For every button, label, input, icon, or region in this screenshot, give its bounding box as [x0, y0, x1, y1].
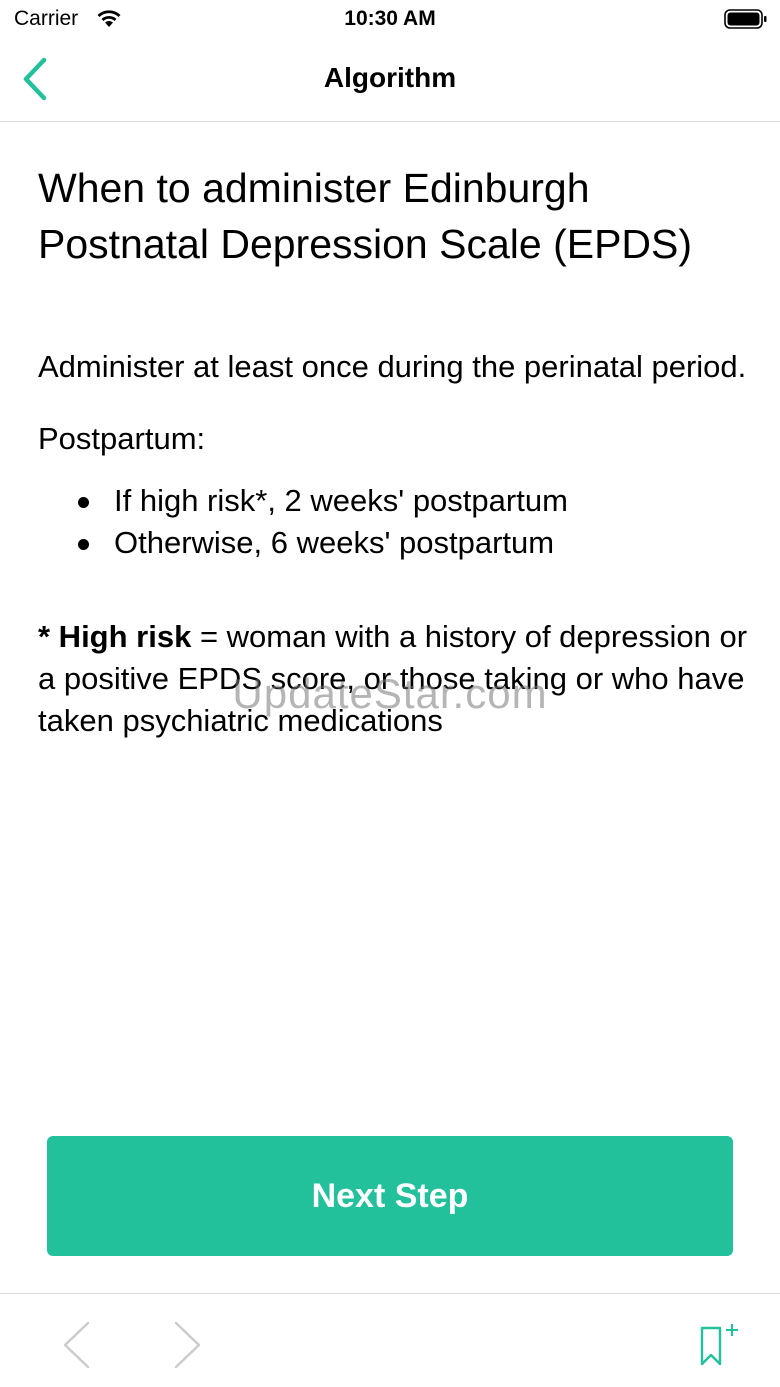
screen: Carrier 10:30 AM Algorithm When to admin… — [0, 0, 780, 1387]
battery-icon — [724, 8, 768, 30]
bookmark-add-icon — [700, 1324, 738, 1366]
list-item: If high risk*, 2 weeks' postpartum — [74, 480, 750, 522]
bottom-toolbar — [0, 1293, 780, 1387]
step-heading: When to administer Edinburgh Postnatal D… — [38, 165, 693, 267]
forward-step-button — [170, 1320, 204, 1370]
status-bar: Carrier 10:30 AM — [0, 0, 780, 40]
add-bookmark-button[interactable] — [696, 1322, 742, 1370]
chevron-right-icon — [174, 1321, 201, 1369]
page-title: Algorithm — [323, 62, 457, 93]
next-step-button[interactable]: Next Step — [47, 1136, 733, 1256]
list-item: Otherwise, 6 weeks' postpartum — [74, 522, 750, 564]
navigation-bar: Algorithm — [0, 40, 780, 122]
list-item-text: Otherwise, 6 weeks' postpartum — [114, 525, 555, 560]
list-item-text: If high risk*, 2 weeks' postpartum — [114, 483, 568, 518]
chevron-left-icon — [63, 1321, 90, 1369]
clock: 10:30 AM — [344, 7, 436, 30]
algorithm-content: When to administer Edinburgh Postnatal D… — [38, 160, 750, 742]
postpartum-list: If high risk*, 2 weeks' postpartum Other… — [38, 480, 750, 564]
previous-step-button — [60, 1320, 94, 1370]
bullet-icon — [78, 497, 89, 508]
watermark: UpdateStar.com — [232, 670, 548, 717]
postpartum-label: Postpartum: — [38, 421, 206, 456]
bullet-icon — [78, 539, 89, 550]
definition-term: * High risk — [38, 619, 192, 654]
intro-text: Administer at least once during the peri… — [38, 349, 747, 384]
